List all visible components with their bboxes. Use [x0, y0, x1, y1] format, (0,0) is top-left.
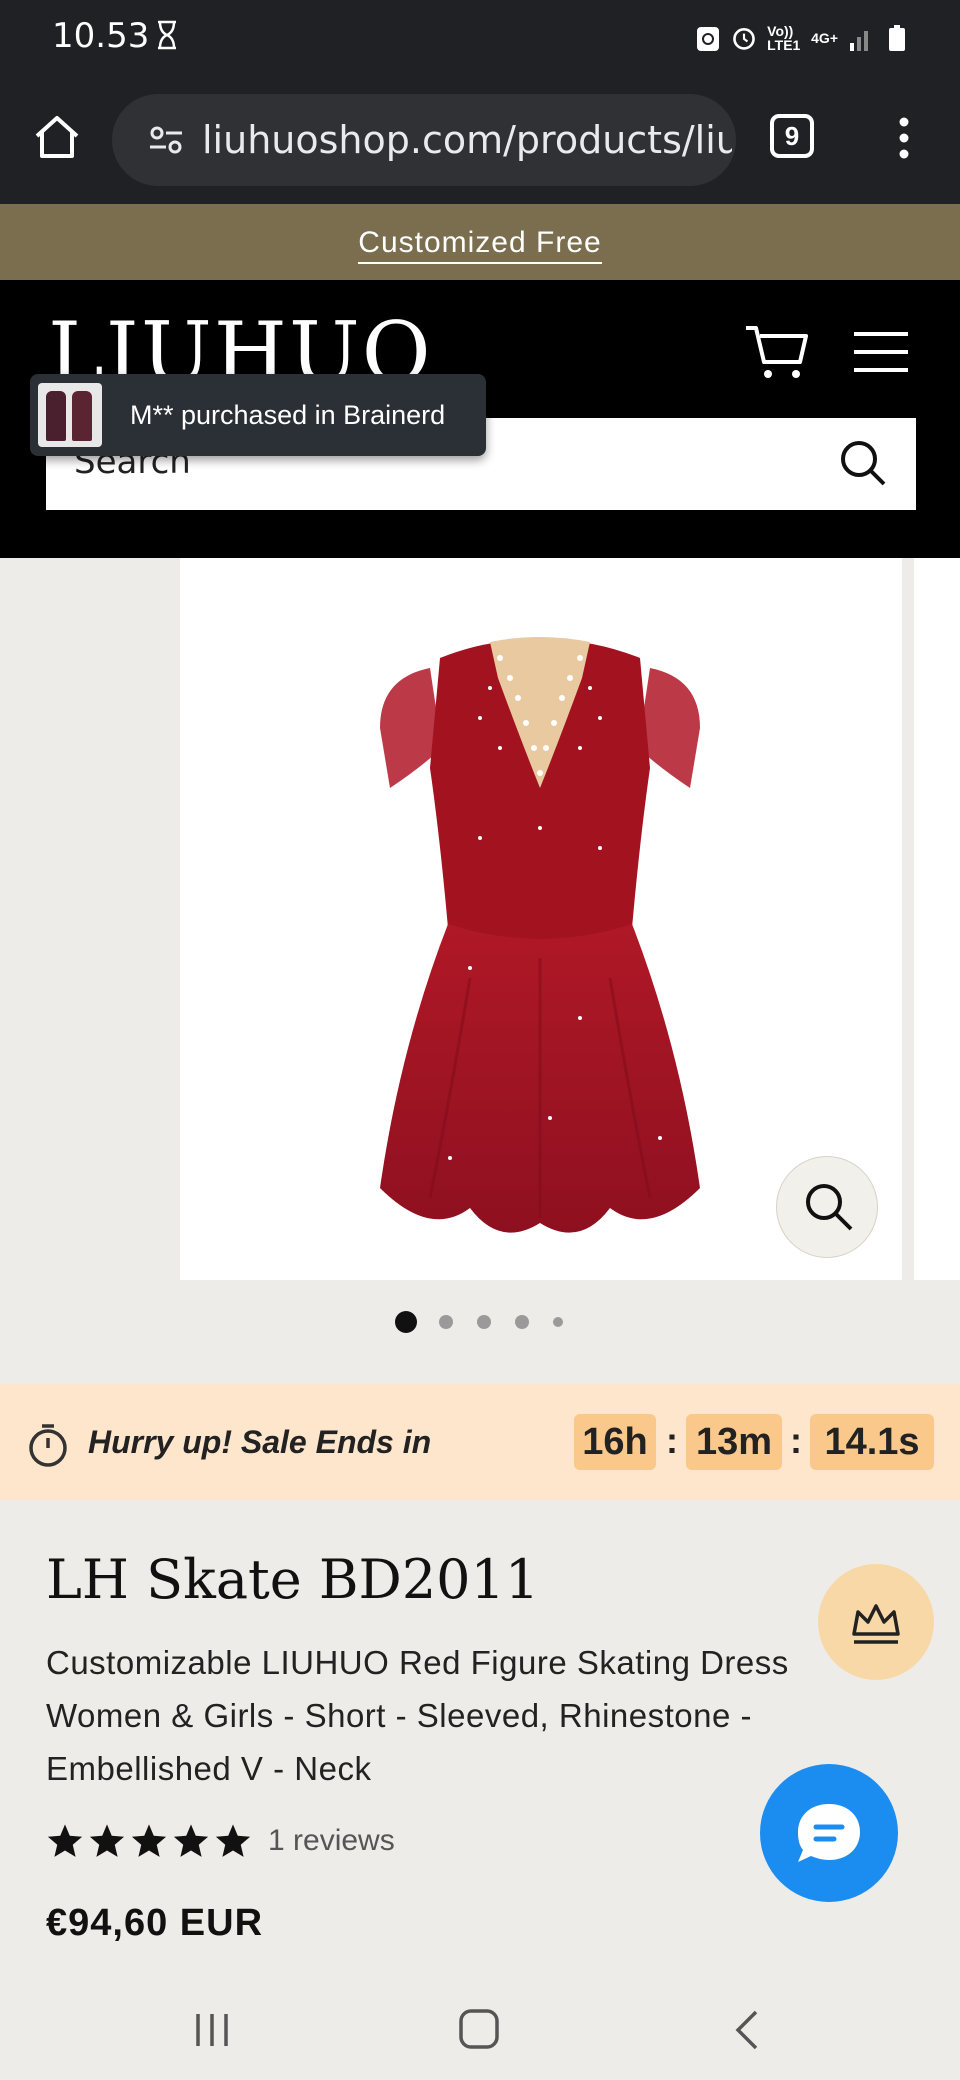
zoom-icon	[806, 1184, 853, 1231]
chat-icon	[798, 1804, 860, 1862]
search-icon[interactable]	[838, 438, 888, 488]
status-icons: Vo)) LTE1 4G+	[695, 18, 910, 58]
home-icon[interactable]	[32, 112, 82, 162]
site-settings-icon[interactable]	[148, 122, 184, 158]
chat-button[interactable]	[760, 1764, 898, 1902]
alarm-icon	[733, 28, 755, 50]
product-gallery[interactable]	[0, 558, 960, 1280]
announcement-bar: Customized Free	[0, 204, 960, 280]
announcement-link[interactable]: Customized Free	[358, 226, 602, 264]
hourglass-icon	[158, 20, 176, 50]
countdown-seconds: 14.1s	[810, 1414, 934, 1470]
gallery-pagination	[0, 1310, 960, 1334]
recycle-icon	[697, 27, 720, 51]
browser-toolbar: liuhuoshop.com/products/liuh 9	[0, 76, 960, 204]
gallery-dot[interactable]	[439, 1315, 453, 1329]
star-icon	[89, 1824, 125, 1857]
status-time: 10.53	[52, 16, 150, 56]
gallery-dot[interactable]	[553, 1317, 563, 1327]
countdown-separator: :	[666, 1420, 678, 1461]
reviews-count[interactable]: 1 reviews	[268, 1824, 395, 1858]
status-bar: 10.53 Vo)) LTE1 4G+	[0, 0, 960, 76]
sale-label: Hurry up! Sale Ends in	[88, 1424, 432, 1460]
system-nav-bar	[0, 1980, 960, 2080]
product-description: Customizable LIUHUO Red Figure Skating D…	[46, 1644, 789, 1787]
gallery-dot[interactable]	[477, 1315, 491, 1329]
product-title: LH Skate BD2011	[46, 1548, 540, 1611]
rating-stars	[46, 1822, 252, 1860]
4g-icon: 4G+	[811, 30, 838, 46]
url-text[interactable]: liuhuoshop.com/products/liuh	[202, 118, 732, 162]
purchase-toast[interactable]: M** purchased in Brainerd	[30, 374, 486, 456]
back-icon[interactable]	[732, 2008, 762, 2052]
tab-switcher-button[interactable]: 9	[770, 114, 814, 158]
toast-text: M** purchased in Brainerd	[130, 399, 446, 430]
signal-icon	[850, 31, 868, 51]
sale-countdown-bar: Hurry up! Sale Ends in 16h : 13m : 14.1s	[0, 1384, 960, 1500]
cart-icon[interactable]	[744, 322, 810, 382]
menu-icon[interactable]	[852, 330, 910, 374]
timer-icon	[29, 1424, 67, 1467]
gallery-dot-active[interactable]	[395, 1311, 417, 1333]
countdown-separator: :	[790, 1420, 802, 1461]
product-rating[interactable]: 1 reviews	[46, 1822, 395, 1860]
countdown-hours: 16h	[574, 1414, 656, 1470]
star-icon	[131, 1824, 167, 1857]
next-slide-peek[interactable]	[914, 558, 960, 1280]
volte-icon: Vo)) LTE1	[767, 23, 801, 53]
dress-image	[380, 637, 700, 1233]
star-icon	[47, 1824, 83, 1857]
star-icon	[215, 1824, 251, 1857]
product-price: €94,60 EUR	[46, 1902, 264, 1944]
address-bar[interactable]: liuhuoshop.com/products/liuh	[112, 94, 736, 186]
star-icon	[173, 1824, 209, 1857]
system-home-icon[interactable]	[458, 2008, 500, 2050]
toast-product-thumbnail	[38, 383, 102, 447]
recent-apps-icon[interactable]	[192, 2010, 232, 2050]
countdown-minutes: 13m	[686, 1414, 782, 1470]
product-image[interactable]	[180, 558, 902, 1280]
gallery-dot[interactable]	[515, 1315, 529, 1329]
zoom-button[interactable]	[776, 1156, 878, 1258]
battery-icon	[889, 25, 905, 51]
more-menu-icon[interactable]	[886, 116, 922, 160]
